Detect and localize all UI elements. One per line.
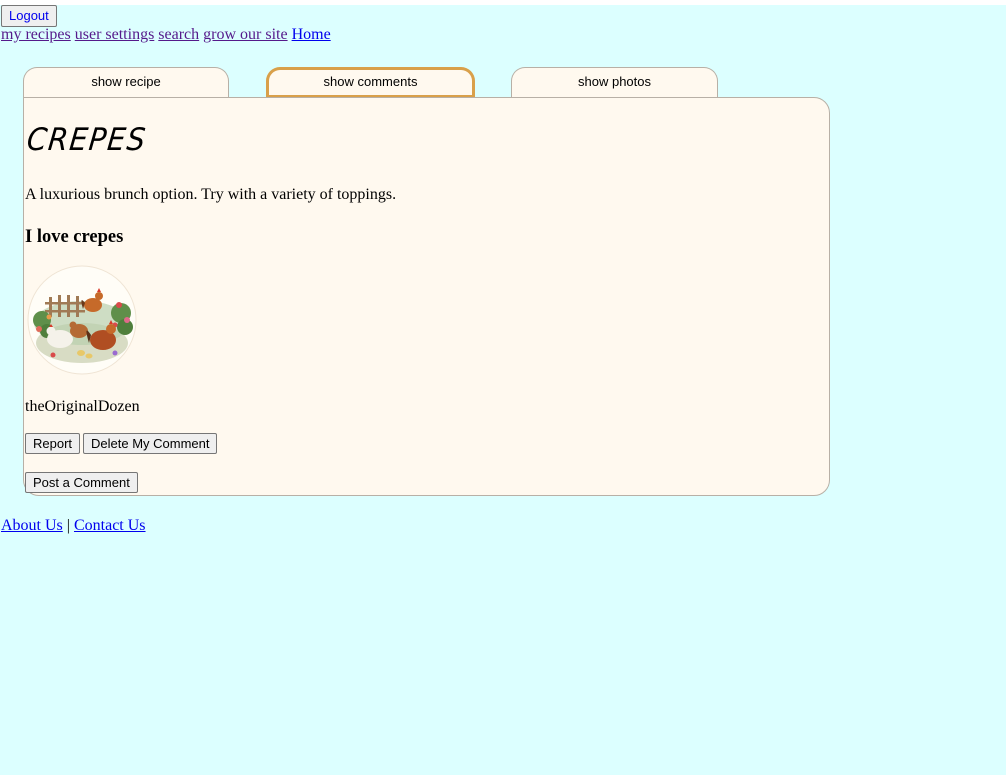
nav-link-search[interactable]: search xyxy=(158,26,199,43)
logout-button[interactable]: Logout xyxy=(1,5,57,27)
report-button[interactable]: Report xyxy=(25,433,81,454)
comments-panel: CREPES A luxurious brunch option. Try wi… xyxy=(23,97,830,496)
recipe-description: A luxurious brunch option. Try with a va… xyxy=(25,186,397,203)
nav-link-my-recipes[interactable]: my recipes xyxy=(1,26,71,43)
tab-show-photos[interactable]: show photos xyxy=(511,67,718,97)
tab-show-recipe[interactable]: show recipe xyxy=(23,67,229,97)
user-avatar xyxy=(27,265,137,375)
recipe-title: CREPES xyxy=(25,122,149,158)
top-nav: my recipes user settings search grow our… xyxy=(1,26,331,44)
footer-separator: | xyxy=(66,517,70,534)
page-background: Logout my recipes user settings search g… xyxy=(0,5,1006,775)
comment-username: theOriginalDozen xyxy=(25,398,140,415)
contact-us-link[interactable]: Contact Us xyxy=(74,517,146,534)
delete-comment-button[interactable]: Delete My Comment xyxy=(83,433,218,454)
post-comment-button[interactable]: Post a Comment xyxy=(25,472,138,493)
comment-text: I love crepes xyxy=(25,227,124,247)
tab-show-comments[interactable]: show comments xyxy=(266,67,475,97)
nav-link-home[interactable]: Home xyxy=(292,26,331,43)
nav-link-grow-our-site[interactable]: grow our site xyxy=(203,26,287,43)
footer: About Us | Contact Us xyxy=(1,517,146,535)
nav-link-user-settings[interactable]: user settings xyxy=(75,26,155,43)
about-us-link[interactable]: About Us xyxy=(1,517,63,534)
